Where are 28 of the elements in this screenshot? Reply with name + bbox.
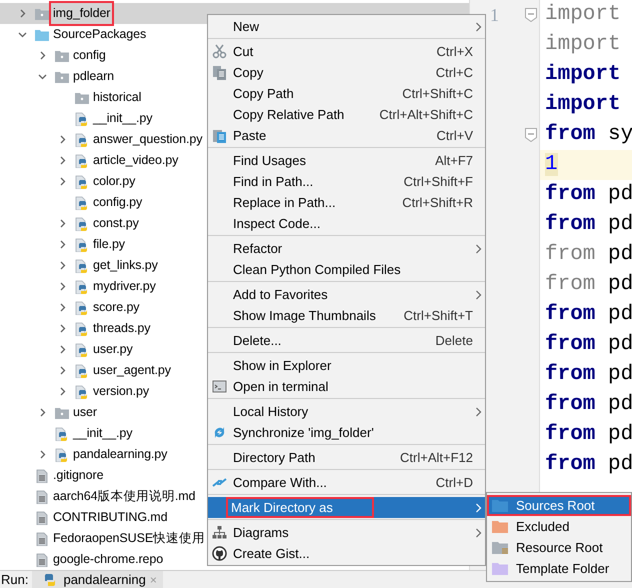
run-label: Run:: [0, 570, 30, 588]
code-line: from pd: [544, 242, 632, 268]
shortcut-label: Delete: [435, 332, 473, 350]
code-line: from pd: [544, 302, 632, 328]
code-line: import: [544, 2, 622, 28]
code-line: from pd: [544, 362, 632, 388]
shortcut-label: Ctrl+X: [436, 42, 473, 61]
shortcut-label: Ctrl+Alt+Shift+C: [379, 106, 473, 124]
code-line: from pd: [544, 182, 632, 208]
shortcut-label: Ctrl+D: [436, 474, 473, 492]
line-number: 1: [489, 4, 499, 26]
shortcut-label: Ctrl+Shift+T: [404, 306, 473, 325]
shortcut-label: Ctrl+V: [436, 126, 473, 145]
code-line: from pd: [544, 422, 632, 448]
shortcut-label: Ctrl+Alt+F12: [400, 448, 473, 467]
code-line: from pd: [544, 392, 632, 418]
code-line: import: [544, 62, 622, 88]
code-line: from pd: [544, 332, 632, 358]
shortcut-label: Ctrl+Shift+R: [402, 194, 473, 212]
code-line: from pd: [544, 212, 632, 238]
code-line: import: [544, 92, 622, 118]
code-line: import: [544, 32, 622, 58]
code-line: from pd: [544, 452, 632, 478]
code-line: from pd: [544, 272, 632, 298]
shortcut-label: Ctrl+Shift+F: [404, 172, 473, 191]
shortcut-label: Ctrl+C: [436, 64, 473, 82]
shortcut-label: Alt+F7: [435, 152, 473, 170]
shortcut-label: Ctrl+Shift+C: [402, 84, 473, 103]
